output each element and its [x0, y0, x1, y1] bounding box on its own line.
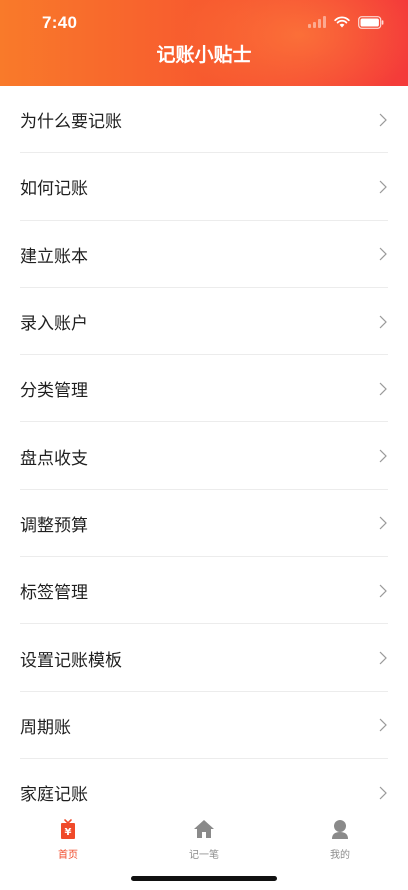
list-item[interactable]: 如何记账 — [0, 153, 408, 221]
status-bar: 7:40 — [0, 0, 408, 44]
chevron-right-icon — [379, 516, 387, 530]
list-item[interactable]: 建立账本 — [0, 221, 408, 289]
chevron-right-icon — [379, 651, 387, 665]
tab-mine[interactable]: 我的 — [300, 818, 380, 861]
list-item[interactable]: 录入账户 — [0, 288, 408, 356]
house-icon — [194, 820, 214, 838]
chevron-right-icon — [379, 449, 387, 463]
chevron-right-icon — [379, 786, 387, 800]
chevron-right-icon — [379, 315, 387, 328]
tab-label: 首页 — [58, 850, 78, 861]
chevron-right-icon — [379, 718, 387, 732]
list-item-label: 标签管理 — [20, 583, 88, 604]
chevron-right-icon — [379, 382, 387, 396]
svg-text:¥: ¥ — [65, 827, 72, 838]
battery-icon — [358, 15, 384, 29]
list-item-label: 盘点收支 — [20, 448, 88, 469]
tab-label: 记一笔 — [189, 850, 219, 861]
tab-label: 我的 — [330, 850, 350, 861]
tab-record[interactable]: 记一笔 — [164, 818, 244, 861]
list-item-label: 周期账 — [20, 717, 71, 738]
wifi-icon — [334, 16, 350, 28]
header: 7:40 记账小贴士 — [0, 0, 408, 86]
list-item-label: 家庭记账 — [20, 785, 88, 806]
list-item-label: 分类管理 — [20, 381, 88, 402]
ledger-icon: ¥ — [61, 819, 75, 839]
list-item[interactable]: 周期账 — [0, 692, 408, 760]
list-item[interactable]: 盘点收支 — [0, 422, 408, 491]
status-time: 7:40 — [42, 13, 78, 32]
list-item[interactable]: 分类管理 — [0, 355, 408, 423]
list-item-label: 调整预算 — [20, 515, 88, 536]
list-item-label: 如何记账 — [20, 179, 88, 200]
page-title: 记账小贴士 — [156, 44, 252, 66]
list-item[interactable]: 设置记账模板 — [0, 624, 408, 692]
tab-home[interactable]: ¥ 首页 — [28, 818, 108, 861]
list-item[interactable]: 为什么要记账 — [0, 86, 408, 154]
home-indicator — [131, 876, 277, 881]
signal-icon — [308, 16, 326, 28]
tips-list: 为什么要记账 如何记账 建立账本 录入账户 分类管理 盘点收支 调整预算 标签管… — [0, 86, 408, 827]
chevron-right-icon — [379, 247, 387, 261]
list-item[interactable]: 调整预算 — [0, 490, 408, 558]
chevron-right-icon — [379, 113, 387, 127]
list-item-label: 为什么要记账 — [20, 112, 122, 133]
list-item-label: 设置记账模板 — [20, 650, 122, 671]
person-icon — [332, 820, 348, 839]
chevron-right-icon — [379, 180, 387, 194]
list-item-label: 录入账户 — [20, 314, 88, 335]
list-item-label: 建立账本 — [20, 246, 88, 267]
chevron-right-icon — [379, 584, 387, 598]
status-icons — [308, 14, 384, 30]
list-item[interactable]: 标签管理 — [0, 557, 408, 625]
